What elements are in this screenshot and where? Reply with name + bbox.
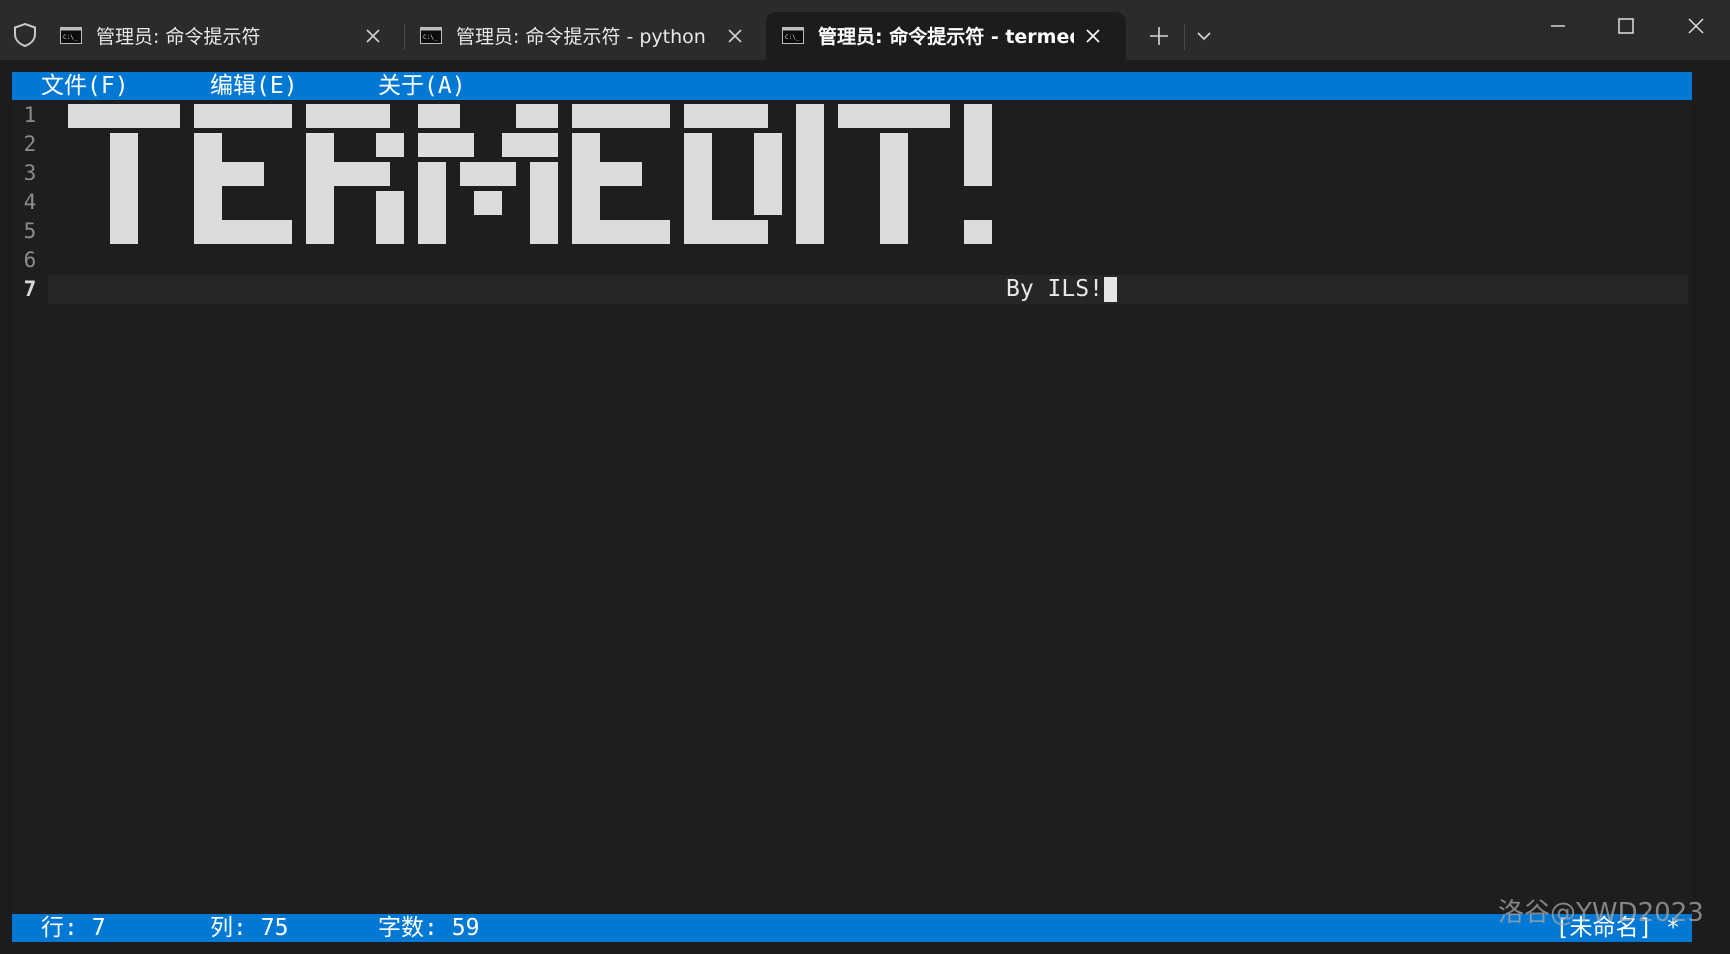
tab-title: 管理员: 命令提示符 <box>96 26 261 48</box>
banner-block <box>880 133 908 244</box>
line-number: 3 <box>23 161 37 185</box>
status-column-label: 列: <box>210 915 247 941</box>
tab-cmd-1[interactable]: C:\_ 管理员: 命令提示符 <box>44 12 402 60</box>
menu-file[interactable]: 文件(F) <box>41 73 129 99</box>
banner-block <box>572 104 670 128</box>
status-count-label: 字数: <box>378 915 438 941</box>
tab-termedit[interactable]: C:\_ 管理员: 命令提示符 - termedit <box>766 12 1126 60</box>
signature-text: By ILS! <box>1006 276 1103 302</box>
chevron-down-icon[interactable] <box>1196 28 1212 44</box>
title-bar: C:\_ 管理员: 命令提示符 C:\_ 管理员: 命令提示符 - python… <box>0 0 1730 60</box>
banner-block <box>418 104 460 128</box>
banner-block <box>502 133 558 157</box>
banner-block <box>110 133 138 244</box>
command-prompt-icon: C:\_ <box>420 27 442 44</box>
banner-block <box>460 162 516 186</box>
banner-block <box>306 133 334 244</box>
line-number: 4 <box>23 190 37 214</box>
banner-block <box>376 191 404 244</box>
banner-block <box>474 191 502 215</box>
banner-block <box>684 220 768 244</box>
menu-bar: 文件(F) 编辑(E) 关于(A) <box>12 72 1692 100</box>
banner-block <box>68 104 180 128</box>
svg-text:C:\_: C:\_ <box>423 34 438 41</box>
plus-icon[interactable] <box>1148 25 1170 47</box>
svg-text:C:\_: C:\_ <box>785 34 800 41</box>
menu-about[interactable]: 关于(A) <box>378 73 466 99</box>
banner-block <box>516 104 558 128</box>
banner-block <box>964 220 992 244</box>
banner-block <box>684 104 768 128</box>
text-cursor <box>1104 277 1117 302</box>
status-column: 列: 75 <box>210 915 288 941</box>
close-icon[interactable] <box>364 27 382 45</box>
status-bar: 行: 7 列: 75 字数: 59 [未命名] * <box>12 914 1692 942</box>
banner-block <box>376 133 404 157</box>
maximize-icon[interactable] <box>1614 14 1638 38</box>
status-row-label: 行: <box>41 915 78 941</box>
svg-text:C:\_: C:\_ <box>63 34 78 41</box>
status-char-count: 字数: 59 <box>378 915 479 941</box>
current-line-highlight <box>48 275 1688 304</box>
menu-edit[interactable]: 编辑(E) <box>210 73 298 99</box>
status-row-value: 7 <box>91 915 106 941</box>
banner-block <box>838 104 950 128</box>
status-column-value: 75 <box>260 915 289 941</box>
close-icon[interactable] <box>726 27 744 45</box>
status-count-value: 59 <box>451 915 480 941</box>
banner-block <box>306 104 390 128</box>
banner-block <box>754 133 782 215</box>
banner-block <box>418 162 446 244</box>
close-icon[interactable] <box>1084 27 1102 45</box>
banner-block <box>796 104 824 244</box>
banner-block <box>572 162 642 186</box>
tab-divider <box>1184 24 1185 50</box>
line-number-current: 7 <box>23 277 37 301</box>
line-number: 5 <box>23 219 37 243</box>
line-number: 1 <box>23 103 37 127</box>
banner-block <box>306 162 390 186</box>
command-prompt-icon: C:\_ <box>782 27 804 44</box>
minimize-icon[interactable] <box>1546 14 1570 38</box>
line-number: 6 <box>23 248 37 272</box>
tab-title: 管理员: 命令提示符 - python termedit <box>456 26 708 48</box>
banner-block <box>194 104 292 128</box>
shield-icon <box>14 22 36 48</box>
terminal-pane[interactable]: 文件(F) 编辑(E) 关于(A) 1 2 3 4 5 6 7 By ILS! … <box>12 72 1692 942</box>
banner-block <box>572 220 670 244</box>
watermark-text: 洛谷@YWD2023 <box>1498 898 1704 928</box>
line-number: 2 <box>23 132 37 156</box>
banner-block <box>194 220 292 244</box>
tab-title: 管理员: 命令提示符 - termedit <box>818 26 1074 48</box>
command-prompt-icon: C:\_ <box>60 27 82 44</box>
banner-block <box>418 133 474 157</box>
banner-block <box>964 104 992 186</box>
tab-cmd-python[interactable]: C:\_ 管理员: 命令提示符 - python termedit <box>404 12 762 60</box>
status-row: 行: 7 <box>41 915 106 941</box>
banner-block <box>530 162 558 244</box>
banner-block <box>194 162 264 186</box>
close-icon[interactable] <box>1684 14 1708 38</box>
